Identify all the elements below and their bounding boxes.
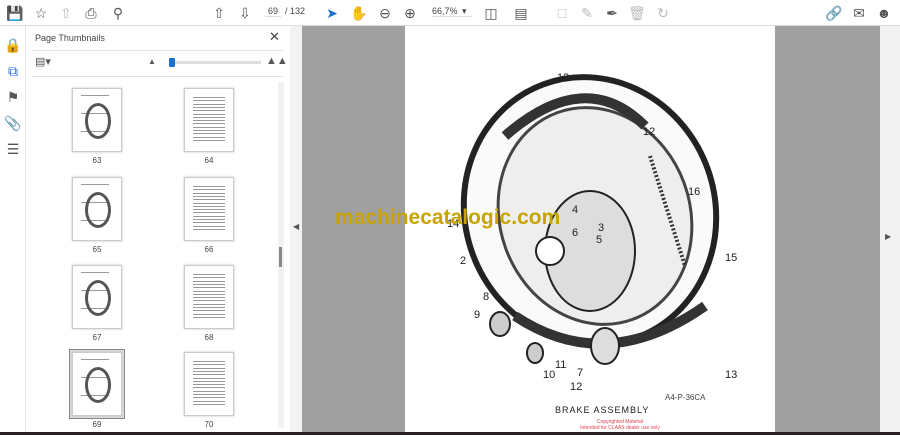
page-thumbnail[interactable] bbox=[72, 88, 122, 152]
toolbar: 💾 ☆ ⇧ ⎙ ⚲ ⇧ ⇩ 69 / 132 ➤ ✋ ⊖ ⊕ 66,7% ▾ ◫… bbox=[0, 0, 900, 26]
figure-caption: BRAKE ASSEMBLY bbox=[555, 405, 650, 415]
options-menu-icon[interactable]: ▤▾ bbox=[35, 55, 51, 68]
slider-handle[interactable] bbox=[169, 58, 175, 67]
thumbnail-label: 67 bbox=[92, 333, 102, 342]
thumbnail-label: 69 bbox=[92, 420, 102, 429]
email-icon[interactable]: ✉ bbox=[850, 4, 868, 22]
page-number-input[interactable]: 69 bbox=[265, 6, 281, 17]
share-link-icon[interactable]: 🔗 bbox=[825, 4, 843, 22]
pdf-page: 13 12 16 4 3 5 6 14 2 15 8 9 11 10 7 12 13 machinecatalo… bbox=[335, 26, 775, 432]
scrollbar-thumb[interactable] bbox=[279, 247, 282, 267]
callout-number: 12 bbox=[570, 381, 583, 393]
upload-icon[interactable]: ⇧ bbox=[57, 4, 75, 22]
callout-number: 8 bbox=[483, 291, 490, 303]
callout-number: 9 bbox=[474, 309, 481, 321]
callout-number: 15 bbox=[725, 252, 738, 264]
thumbnail-label: 63 bbox=[92, 156, 102, 165]
callout-number: 11 bbox=[555, 359, 567, 371]
callout-number: 3 bbox=[598, 222, 605, 234]
zoom-out-icon[interactable]: ⊖ bbox=[376, 4, 394, 22]
watermark: machinecatalogic.com bbox=[335, 206, 561, 229]
callout-number: 7 bbox=[577, 367, 584, 379]
search-icon[interactable]: ⚲ bbox=[109, 4, 127, 22]
page-down-icon[interactable]: ⇩ bbox=[236, 4, 254, 22]
thumbnail-label: 70 bbox=[204, 420, 214, 429]
bookmark-icon[interactable]: ⚑ bbox=[4, 88, 22, 106]
scroll-mode-icon[interactable]: ▤ bbox=[512, 4, 530, 22]
scrollbar[interactable] bbox=[278, 82, 284, 428]
pencil-icon[interactable]: ✎ bbox=[578, 4, 596, 22]
small-thumbnail-icon[interactable]: ▲ bbox=[148, 57, 156, 66]
panel-splitter[interactable]: ◀ bbox=[290, 26, 302, 432]
star-icon[interactable]: ☆ bbox=[32, 4, 50, 22]
thumbnail-size-slider[interactable] bbox=[169, 58, 261, 67]
collapse-panel-icon[interactable]: ◀ bbox=[293, 222, 299, 231]
page-up-icon[interactable]: ⇧ bbox=[210, 4, 228, 22]
account-icon[interactable]: ☻ bbox=[875, 4, 893, 22]
page-thumbnail[interactable] bbox=[184, 352, 234, 416]
copyright-line-2: Intended for CLAAS dealer use only bbox=[580, 425, 660, 431]
thumbnails-panel: Page Thumbnails ✕ ▤▾ ▲ ▲▲ bbox=[26, 26, 290, 432]
layers-icon[interactable]: ☰ bbox=[4, 140, 22, 158]
save-icon[interactable]: 💾 bbox=[6, 4, 24, 22]
close-icon[interactable]: ✕ bbox=[269, 29, 280, 45]
large-thumbnail-icon[interactable]: ▲▲ bbox=[266, 55, 288, 67]
rotate-icon[interactable]: ↻ bbox=[654, 4, 672, 22]
callout-number: 6 bbox=[572, 227, 579, 239]
right-pane-toggle[interactable]: ▶ bbox=[880, 26, 900, 432]
callout-number: 10 bbox=[543, 369, 556, 381]
callout-number: 4 bbox=[572, 204, 579, 216]
page-thumbnail[interactable] bbox=[72, 177, 122, 241]
page-thumbnail[interactable] bbox=[72, 352, 122, 416]
thumbnail-label: 68 bbox=[204, 333, 214, 342]
delete-icon[interactable]: 🗑 bbox=[628, 4, 646, 22]
page-fit-icon[interactable]: ◫ bbox=[482, 4, 500, 22]
sign-icon[interactable]: ✒ bbox=[603, 4, 621, 22]
page-thumbnail[interactable] bbox=[184, 88, 234, 152]
callout-number: 12 bbox=[643, 126, 656, 138]
drawing-reference: A4-P-36CA bbox=[665, 393, 706, 402]
print-icon[interactable]: ⎙ bbox=[82, 4, 100, 22]
callout-number: 5 bbox=[596, 234, 603, 246]
attachment-icon[interactable]: 📎 bbox=[4, 114, 22, 132]
page-total: / 132 bbox=[285, 6, 306, 16]
callout-number: 2 bbox=[460, 255, 467, 267]
lock-icon[interactable]: 🔒 bbox=[4, 36, 22, 54]
expand-right-pane-icon[interactable]: ▶ bbox=[885, 232, 891, 241]
page-thumbnail[interactable] bbox=[184, 177, 234, 241]
zoom-dropdown-icon[interactable]: ▾ bbox=[462, 6, 467, 17]
callout-number: 13 bbox=[725, 369, 738, 381]
panel-title: Page Thumbnails bbox=[35, 33, 105, 43]
hand-icon[interactable]: ✋ bbox=[350, 4, 368, 22]
callout-number: 13 bbox=[557, 72, 570, 84]
thumbnail-label: 65 bbox=[92, 245, 102, 254]
zoom-in-icon[interactable]: ⊕ bbox=[401, 4, 419, 22]
comment-icon[interactable]: □ bbox=[553, 4, 571, 22]
thumbnails-icon[interactable]: ⧉ bbox=[4, 62, 22, 80]
thumbnail-label: 64 bbox=[204, 156, 214, 165]
page-thumbnail[interactable] bbox=[72, 265, 122, 329]
thumbnail-label: 66 bbox=[204, 245, 214, 254]
select-arrow-icon[interactable]: ➤ bbox=[323, 4, 341, 22]
callout-number: 16 bbox=[688, 186, 701, 198]
left-rail: 🔒 ⧉ ⚑ 📎 ☰ bbox=[0, 26, 26, 432]
page-thumbnail[interactable] bbox=[184, 265, 234, 329]
